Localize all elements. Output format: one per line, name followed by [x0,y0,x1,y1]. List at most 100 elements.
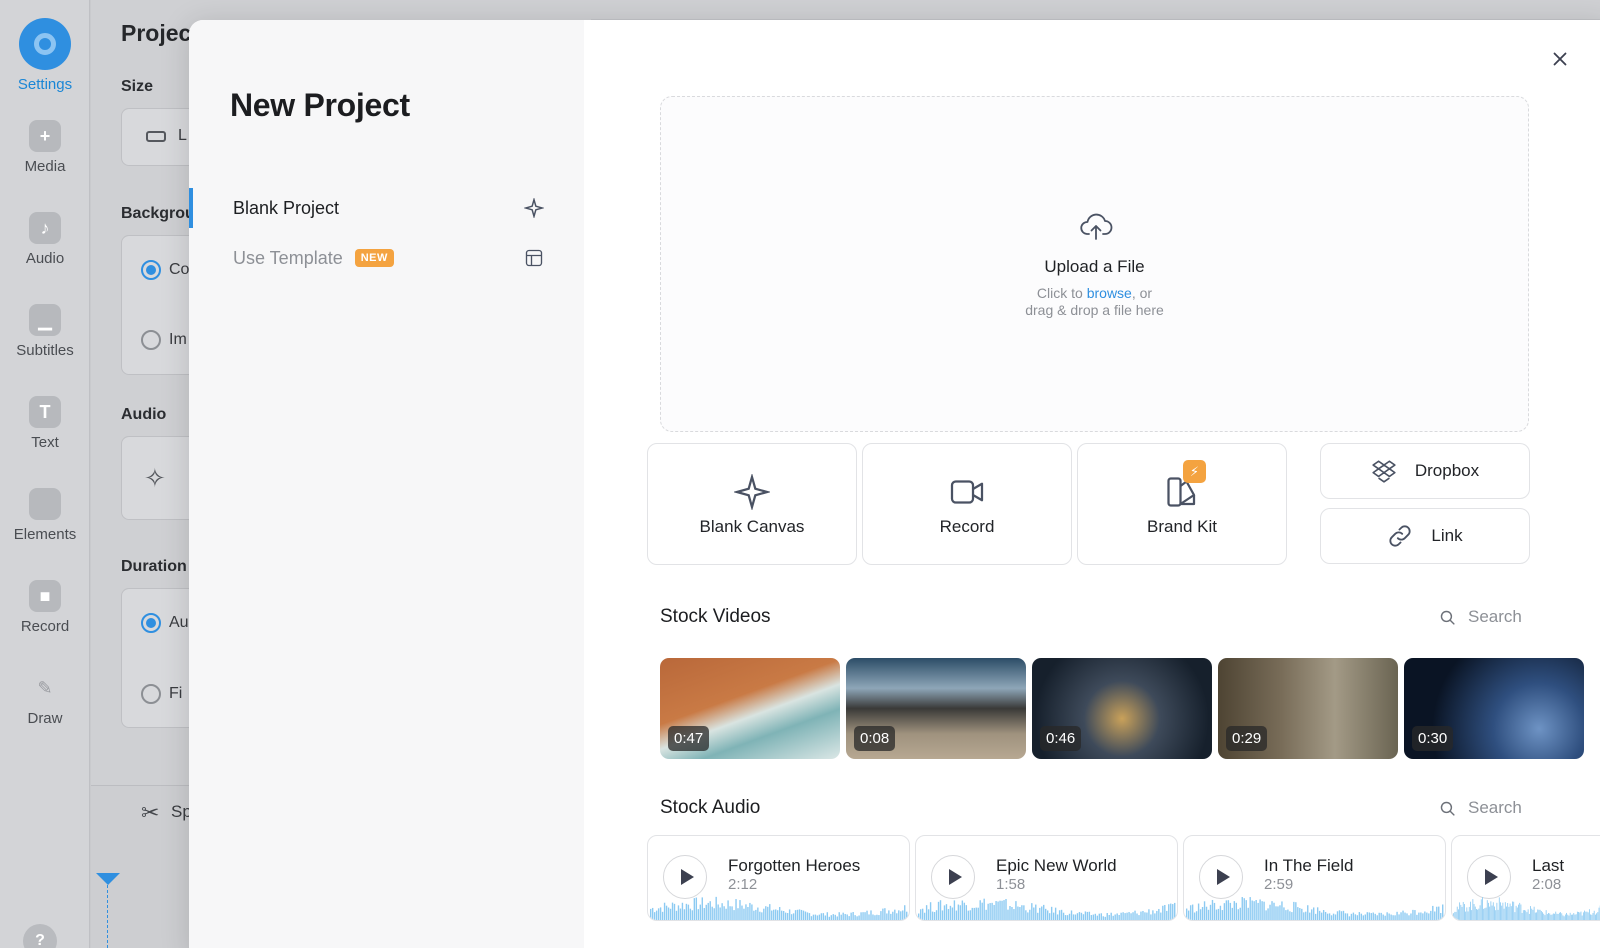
waveform-bar [1530,906,1531,920]
waveform-bar [1380,912,1382,920]
rail-item-text[interactable]: T Text [0,396,90,451]
landscape-icon [146,131,166,142]
waveform-bar [1410,913,1412,920]
waveform-bar [1474,906,1476,920]
waveform-bar [1104,916,1106,920]
waveform-bar [1480,899,1482,920]
browse-link[interactable]: browse [1087,285,1132,301]
waveform-bar [727,900,729,920]
duration-auto-radio[interactable] [141,613,161,633]
stock-audio-card[interactable]: In The Field 2:59 [1183,835,1446,921]
waveform-bar [1591,914,1593,920]
duration-option-label: Fi [169,685,183,702]
stock-audio-card[interactable]: Last 2:08 [1451,835,1600,921]
waveform-bar [1388,913,1390,920]
waveform-bar [937,901,940,920]
cloud-upload-icon [1080,213,1113,240]
stock-video-thumbnail[interactable]: 0:30 [1404,658,1584,759]
waveform-bar [1021,905,1023,920]
video-camera-icon [950,480,984,504]
waveform-bar [1561,913,1563,920]
waveform-bar [1146,912,1148,920]
rail-item-elements[interactable]: Elements [0,488,90,543]
waveform-bar [687,904,690,920]
upload-dropzone[interactable]: Upload a File Click to browse, or drag &… [660,96,1529,432]
waveform-bar [1058,910,1061,920]
waveform-bar [1293,901,1295,920]
rail-item-settings[interactable]: Settings [0,18,90,93]
waveform-bar [1046,910,1049,920]
waveform-bar [876,914,878,920]
waveform-bar [1531,908,1533,920]
background-image-radio[interactable] [141,330,161,350]
stock-video-thumbnail[interactable]: 0:29 [1218,658,1398,759]
waveform-bar [818,914,821,920]
settings-icon [19,18,71,70]
waveform-bar [1362,915,1365,920]
waveform-bar [1015,901,1017,920]
help-button[interactable]: ? [23,924,57,948]
nav-use-template[interactable]: Use Template NEW [189,238,584,278]
close-icon[interactable] [1549,48,1571,70]
waveform-bar [705,904,707,920]
waveform-bar [953,900,956,920]
waveform-bar [1574,914,1576,920]
stock-video-thumbnail[interactable]: 0:08 [846,658,1026,759]
waveform-bar [991,902,993,920]
waveform-bar [1518,904,1519,920]
waveform-bar [1342,910,1345,920]
nav-blank-project[interactable]: Blank Project [189,188,584,228]
dropbox-tile[interactable]: Dropbox [1320,443,1530,499]
waveform-bar [1054,907,1057,920]
waveform-bar [826,912,829,920]
stock-video-thumbnail[interactable]: 0:47 [660,658,840,759]
waveform-bar [1023,905,1025,920]
stock-videos-search[interactable]: Search [1439,607,1522,627]
blank-canvas-tile[interactable]: Blank Canvas [647,443,857,565]
waveform-bar [1578,911,1580,920]
waveform-bar [941,910,944,920]
waveform-bar [1438,906,1440,920]
playhead[interactable] [96,873,120,885]
stock-audio-card[interactable]: Epic New World 1:58 [915,835,1178,921]
scissors-icon[interactable]: ✂ [141,800,159,826]
waveform-bar [1477,909,1479,920]
link-tile[interactable]: Link [1320,508,1530,564]
waveform-bar [715,896,717,920]
background-color-radio[interactable] [141,260,161,280]
stock-audio-search[interactable]: Search [1439,798,1522,818]
waveform-bar [1414,910,1416,920]
stock-audio-card[interactable]: Forgotten Heroes 2:12 [647,835,910,921]
waveform-bar [929,902,932,920]
duration-fixed-radio[interactable] [141,684,161,704]
waveform-bar [1102,916,1104,920]
waveform-bar [1460,904,1462,920]
video-duration: 0:29 [1226,726,1268,751]
waveform-bar [898,910,900,920]
waveform-bar [771,910,773,920]
rail-item-subtitles[interactable]: ▁ Subtitles [0,304,90,359]
waveform-bar [1515,905,1517,920]
waveform-bar [788,909,791,920]
waveform-bar [657,908,660,920]
waveform-bar [1156,910,1158,920]
audio-title: Epic New World [996,856,1117,875]
rail-item-draw[interactable]: ✎ Draw [0,672,90,728]
waveform-bar [1128,912,1130,920]
stock-video-thumbnail[interactable]: 0:46 [1032,658,1212,759]
playhead-line [107,885,108,948]
waveform-bar [1241,897,1243,920]
waveform-bar [1503,908,1505,920]
waveform-bar [1519,902,1521,920]
rail-item-audio[interactable]: ♪ Audio [0,212,90,267]
waveform-bar [816,915,819,920]
waveform-bar [1376,915,1378,920]
brand-kit-tile[interactable]: ⚡ Brand Kit [1077,443,1287,565]
rail-item-record[interactable]: ■ Record [0,580,90,635]
waveform-bar [1406,913,1408,920]
waveform-bar [1488,902,1489,920]
rail-item-media[interactable]: + Media [0,120,90,175]
waveform-bar [1334,914,1337,920]
waveform-bar [894,909,896,920]
record-tile[interactable]: Record [862,443,1072,565]
